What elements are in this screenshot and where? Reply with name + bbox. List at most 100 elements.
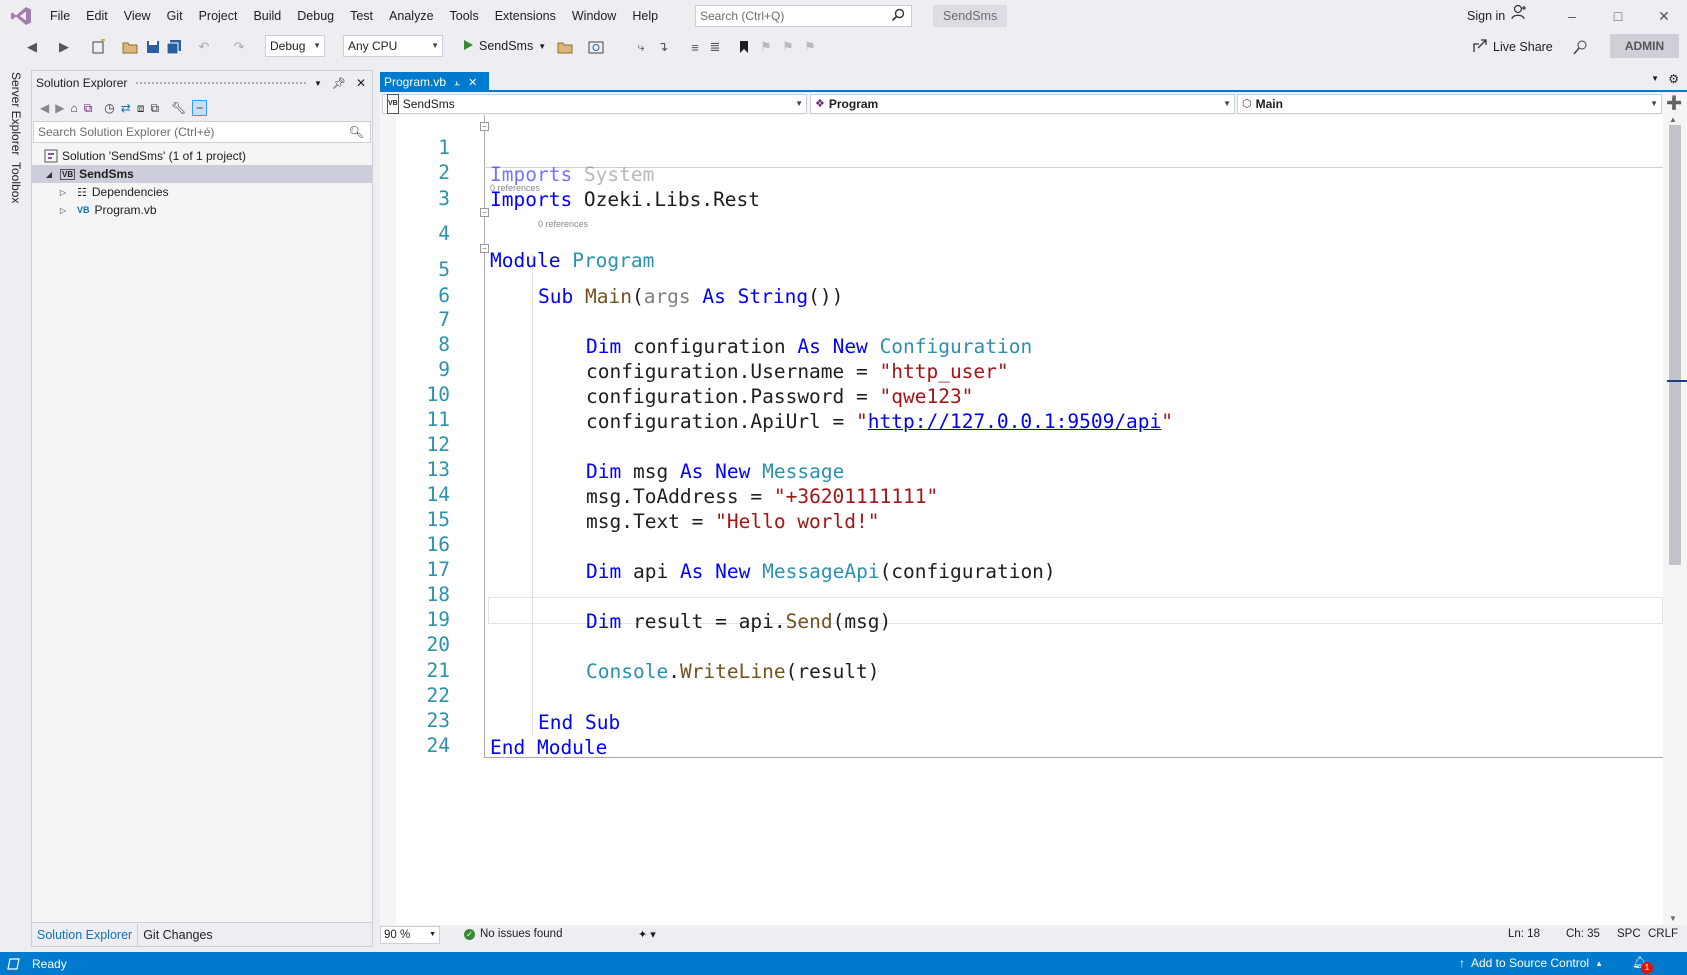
show-all-files-icon[interactable]: ⧉ — [150, 101, 159, 116]
menu-file[interactable]: File — [42, 0, 78, 32]
menu-git[interactable]: Git — [159, 0, 191, 32]
menu-help[interactable]: Help — [624, 0, 666, 32]
menu-extensions[interactable]: Extensions — [487, 0, 564, 32]
tab-git-changes[interactable]: Git Changes — [137, 923, 217, 946]
collapsed-chevron-icon[interactable]: ▷ — [56, 188, 70, 197]
minimize-icon: – — [1568, 8, 1576, 24]
zoom-level-select[interactable]: 90 % ▼ — [380, 926, 440, 944]
references-codelens[interactable]: 0 references — [538, 219, 588, 229]
expanded-chevron-icon[interactable]: ◢ — [42, 170, 56, 179]
bookmark-icon[interactable] — [736, 36, 752, 58]
menu-window[interactable]: Window — [564, 0, 624, 32]
preview-selected-items-icon[interactable]: − — [192, 100, 208, 116]
tab-solution-explorer[interactable]: Solution Explorer — [32, 924, 137, 946]
scrollbar-thumb[interactable] — [1669, 125, 1681, 565]
screenshot-icon[interactable] — [586, 36, 606, 58]
visual-studio-logo-icon[interactable] — [0, 0, 42, 32]
navigate-back-icon[interactable]: ◀ — [24, 36, 40, 58]
code-cleanup-brush-icon[interactable]: ✦ ▾ — [638, 928, 656, 941]
menu-project[interactable]: Project — [191, 0, 246, 32]
add-to-source-control-button[interactable]: ↑ Add to Source Control ▲ — [1459, 956, 1603, 970]
step-over-icon[interactable]: ↴ — [654, 36, 672, 58]
code-line-18: 18 Dim result = api.Send(msg) — [380, 554, 1663, 633]
switch-views-icon[interactable]: ⧉ — [84, 101, 93, 116]
search-input[interactable]: Search (Ctrl+Q) — [695, 5, 912, 27]
solution-explorer-search-input[interactable]: Search Solution Explorer (Ctrl+é) 🔍︎ — [33, 121, 371, 143]
menu-view[interactable]: View — [116, 0, 159, 32]
start-debugging-button[interactable]: SendSms ▼ — [462, 35, 546, 57]
sync-icon[interactable]: ⇄ — [121, 101, 131, 115]
chevron-down-icon: ▼ — [795, 99, 803, 108]
menu-analyze[interactable]: Analyze — [381, 0, 441, 32]
sign-in-button[interactable]: Sign in — [1467, 0, 1527, 32]
tree-item-solution[interactable]: Solution 'SendSms' (1 of 1 project) — [32, 147, 372, 165]
line-ending-indicator[interactable]: CRLF — [1648, 928, 1678, 940]
window-position-chevron-icon[interactable]: ▼ — [314, 79, 322, 88]
split-editor-icon[interactable]: ➕ — [1666, 95, 1682, 111]
code-line-20: 20 Console.WriteLine(result) — [380, 604, 1663, 683]
menu-test[interactable]: Test — [342, 0, 381, 32]
maximize-window-button[interactable]: □ — [1595, 0, 1641, 32]
redo-icon[interactable]: ↷ — [230, 36, 248, 58]
next-bookmark-icon[interactable]: ⚑ — [780, 36, 796, 58]
properties-wrench-icon[interactable]: 🔧︎ — [171, 101, 186, 115]
solution-platform-select[interactable]: Any CPU ▼ — [343, 35, 443, 57]
member-dropdown[interactable]: ⬡ Main ▼ — [1237, 94, 1662, 114]
collapse-all-icon[interactable]: ⧈ — [137, 101, 145, 116]
pin-icon[interactable]: 📌︎ — [332, 77, 346, 90]
open-file-icon[interactable] — [120, 36, 140, 58]
code-editor[interactable]: − − − 0 references 0 references 1 Import… — [380, 115, 1663, 925]
pin-tab-icon[interactable]: ⫠ — [454, 77, 460, 88]
line-indicator[interactable]: Ln: 18 — [1508, 928, 1540, 940]
project-dropdown[interactable]: VB SendSms ▼ — [382, 94, 807, 114]
scroll-down-icon[interactable]: ▼ — [1669, 914, 1677, 923]
code-line-17: 17 — [380, 529, 1663, 581]
toolbox-tab[interactable]: Toolbox — [9, 162, 23, 203]
minimize-window-button[interactable]: – — [1549, 0, 1595, 32]
home-icon[interactable]: ⌂ — [70, 101, 77, 115]
code-line-19: 19 — [380, 579, 1663, 631]
output-window-icon[interactable] — [7, 957, 20, 970]
previous-bookmark-icon[interactable]: ⚑ — [758, 36, 774, 58]
new-project-icon[interactable] — [88, 36, 110, 58]
drag-handle[interactable] — [135, 80, 307, 86]
uncomment-lines-icon[interactable]: ≣ — [706, 36, 724, 58]
navigate-forward-icon[interactable]: ▶ — [56, 36, 72, 58]
clear-bookmarks-icon[interactable]: ⚑ — [802, 36, 818, 58]
issues-indicator[interactable]: ✓ No issues found — [464, 928, 562, 940]
undo-icon[interactable]: ↶ — [195, 36, 213, 58]
find-in-files-icon[interactable] — [556, 36, 574, 58]
whitespace-indicator[interactable]: SPC — [1617, 928, 1641, 940]
pending-changes-filter-icon[interactable]: ◷ — [104, 101, 114, 115]
gear-icon[interactable]: ⚙ — [1668, 72, 1679, 86]
menu-edit[interactable]: Edit — [78, 0, 116, 32]
step-into-icon[interactable]: ⤷ — [632, 36, 650, 58]
column-indicator[interactable]: Ch: 35 — [1566, 928, 1600, 940]
server-explorer-tab[interactable]: Server Explorer — [9, 72, 23, 155]
feedback-icon[interactable] — [1572, 36, 1590, 58]
tab-program-vb[interactable]: Program.vb ⫠ ✕ — [380, 72, 489, 92]
back-icon[interactable]: ◀ — [40, 101, 49, 115]
scroll-up-icon[interactable]: ▲ — [1669, 115, 1677, 124]
collapsed-chevron-icon[interactable]: ▷ — [56, 206, 70, 215]
live-share-icon — [1473, 38, 1487, 56]
menu-debug[interactable]: Debug — [289, 0, 342, 32]
live-share-button[interactable]: Live Share — [1473, 36, 1553, 58]
tree-item-program-file[interactable]: ▷ VB Program.vb — [32, 201, 372, 219]
menu-build[interactable]: Build — [245, 0, 289, 32]
comment-lines-icon[interactable]: ≡ — [686, 36, 704, 58]
close-tab-icon[interactable]: ✕ — [468, 76, 477, 89]
close-window-button[interactable]: ✕ — [1641, 0, 1687, 32]
forward-icon[interactable]: ▶ — [55, 101, 64, 115]
vertical-scrollbar[interactable]: ▲ ▼ — [1663, 115, 1687, 925]
save-icon[interactable] — [145, 36, 161, 58]
save-all-icon[interactable] — [165, 36, 183, 58]
solution-configuration-select[interactable]: Debug ▼ — [265, 35, 325, 57]
close-panel-icon[interactable]: ✕ — [356, 76, 366, 90]
type-dropdown[interactable]: ❖ Program ▼ — [810, 94, 1235, 114]
menu-tools[interactable]: Tools — [442, 0, 487, 32]
tree-item-project[interactable]: ◢ VB SendSms — [32, 165, 372, 183]
vb-project-icon: VB — [387, 94, 399, 114]
tree-item-dependencies[interactable]: ▷ ☷ Dependencies — [32, 183, 372, 201]
tab-overflow-chevron-icon[interactable]: ▼ — [1651, 74, 1659, 83]
